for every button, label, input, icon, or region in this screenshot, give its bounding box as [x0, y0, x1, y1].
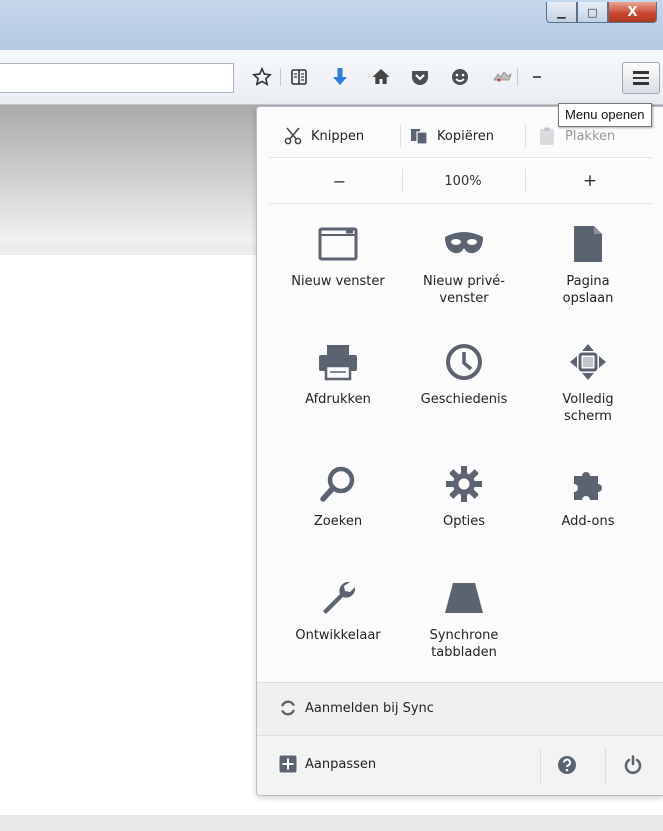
save-page-label: Pagina opslaan: [562, 274, 614, 306]
zoom-reset-button[interactable]: 100%: [402, 165, 524, 197]
clock-icon: [441, 339, 487, 385]
printer-icon: [315, 339, 361, 385]
customize-footer: Aanpassen: [257, 735, 663, 795]
plus-icon: [279, 755, 297, 773]
copy-button[interactable]: Kopiëren: [409, 121, 494, 151]
footer-separator: [605, 748, 606, 784]
synced-tabs-label: Synchrone tabbladen: [429, 628, 499, 660]
menu-icon-bar: [633, 71, 649, 74]
new-private-window-label: Nieuw privé- venster: [423, 274, 505, 306]
developer-label: Ontwikkelaar: [295, 628, 381, 643]
options-button[interactable]: Opties: [403, 461, 525, 530]
zoom-out-button[interactable]: −: [277, 165, 402, 197]
wrench-icon: [315, 575, 361, 621]
new-window-label: Nieuw venster: [291, 274, 385, 289]
paste-label: Plakken: [565, 128, 616, 144]
toolbar-separator: [517, 68, 518, 86]
copy-icon: [411, 129, 428, 145]
help-icon: [558, 756, 576, 774]
search-input[interactable]: [0, 63, 234, 93]
sync-footer[interactable]: Aanmelden bij Sync: [257, 682, 663, 735]
fullscreen-icon: [565, 339, 611, 385]
print-button[interactable]: Afdrukken: [277, 339, 399, 408]
cut-label: Knippen: [311, 128, 365, 144]
quit-button[interactable]: [623, 755, 643, 775]
minimize-button[interactable]: ▁: [546, 2, 577, 23]
main-menu-panel: Knippen Kopiëren Plakken − 100% + Nieuw …: [256, 106, 663, 796]
search-icon: [315, 461, 361, 507]
find-label: Zoeken: [313, 514, 363, 529]
toolbar-separator: [280, 68, 281, 86]
addons-label: Add-ons: [561, 514, 615, 529]
scissors-icon: [284, 127, 302, 145]
menu-tooltip: Menu openen: [558, 103, 652, 127]
menu-icon-bar: [633, 82, 649, 85]
fullscreen-label: Volledig scherm: [562, 392, 614, 424]
puzzle-icon: [565, 461, 611, 507]
home-icon[interactable]: [368, 64, 394, 90]
gear-icon: [441, 461, 487, 507]
history-button[interactable]: Geschiedenis: [403, 339, 525, 408]
menu-icon-bar: [633, 76, 649, 80]
chat-icon[interactable]: [447, 64, 473, 90]
options-label: Opties: [443, 514, 485, 529]
clipboard-icon: [540, 127, 554, 145]
zoom-controls: − 100% +: [257, 165, 663, 197]
edit-separator: [525, 125, 526, 147]
panel-divider: [269, 157, 652, 158]
sync-tabs-icon: [441, 575, 487, 621]
save-page-icon: [565, 221, 611, 267]
page-footer-band: [0, 815, 663, 831]
window-controls: ▁ □ X: [546, 2, 657, 23]
menu-button[interactable]: [622, 62, 660, 94]
sync-signin-button[interactable]: Aanmelden bij Sync: [279, 699, 434, 717]
reading-list-icon[interactable]: [286, 64, 312, 90]
download-icon[interactable]: [327, 64, 353, 90]
panel-divider: [269, 203, 652, 204]
star-icon[interactable]: [249, 64, 275, 90]
new-window-icon: [315, 221, 361, 267]
synced-tabs-button[interactable]: Synchrone tabbladen: [403, 575, 525, 661]
power-icon: [624, 755, 642, 774]
edit-separator: [400, 125, 401, 147]
save-page-button[interactable]: Pagina opslaan: [527, 221, 649, 307]
extension-icon[interactable]: [489, 64, 515, 90]
new-window-button[interactable]: Nieuw venster: [277, 221, 399, 290]
footer-separator: [540, 748, 541, 784]
pocket-icon[interactable]: [407, 64, 433, 90]
dropdown-icon[interactable]: [524, 64, 550, 90]
close-button[interactable]: X: [608, 2, 657, 23]
title-bar: ▁ □ X: [0, 0, 663, 51]
addons-button[interactable]: Add-ons: [527, 461, 649, 530]
customize-button[interactable]: Aanpassen: [279, 755, 376, 773]
sync-icon: [281, 700, 295, 716]
copy-label: Kopiëren: [437, 128, 494, 144]
cut-button[interactable]: Knippen: [283, 121, 364, 151]
zoom-in-button[interactable]: +: [525, 165, 655, 197]
sync-label: Aanmelden bij Sync: [305, 700, 434, 716]
new-private-window-button[interactable]: Nieuw privé- venster: [403, 221, 525, 307]
find-button[interactable]: Zoeken: [277, 461, 399, 530]
nav-toolbar: [0, 50, 663, 105]
history-label: Geschiedenis: [420, 392, 508, 407]
fullscreen-button[interactable]: Volledig scherm: [527, 339, 649, 425]
maximize-button[interactable]: □: [577, 2, 608, 23]
private-mask-icon: [441, 221, 487, 267]
developer-button[interactable]: Ontwikkelaar: [277, 575, 399, 644]
print-label: Afdrukken: [305, 392, 371, 407]
customize-label: Aanpassen: [305, 756, 377, 772]
help-button[interactable]: [557, 755, 577, 775]
